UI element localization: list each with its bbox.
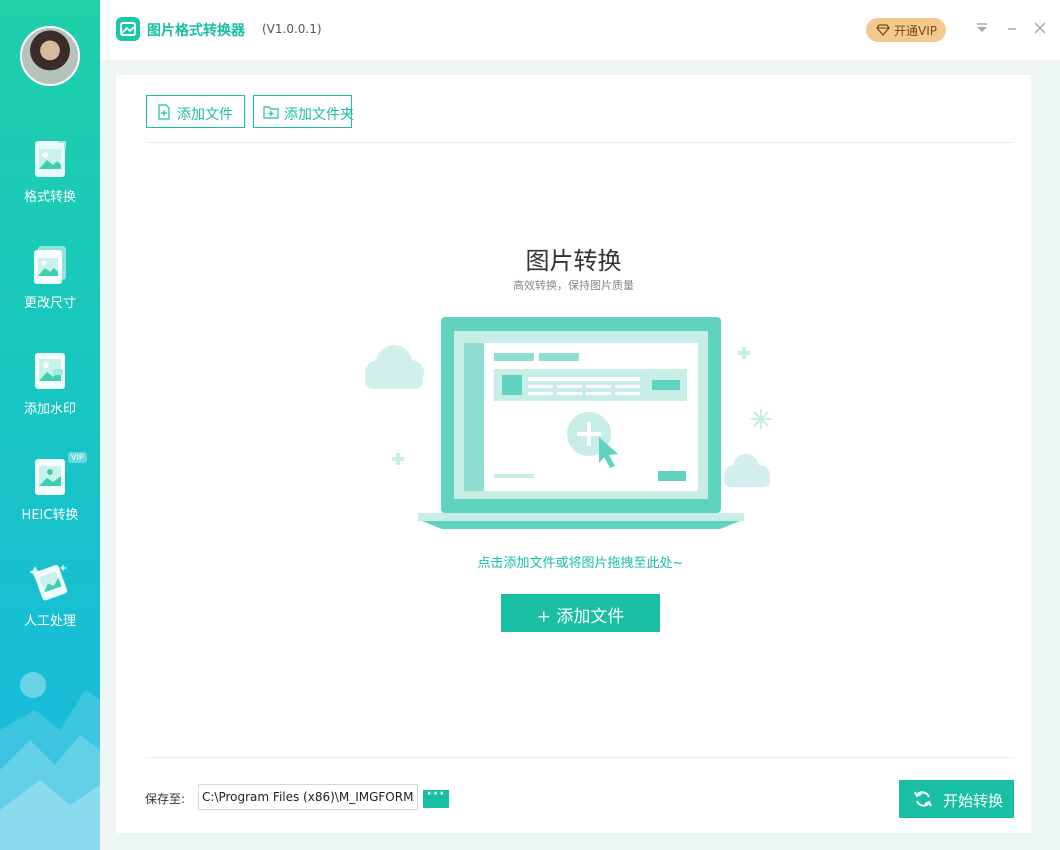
sidebar-item-label: 添加水印 [23, 402, 76, 417]
drop-zone-illustration[interactable] [356, 307, 776, 535]
sidebar-item-resize[interactable]: 更改尺寸 [0, 246, 100, 346]
diamond-icon [876, 24, 890, 36]
refresh-icon [914, 791, 932, 807]
app-logo-icon [116, 17, 140, 41]
add-file-main-label: + 添加文件 [536, 607, 625, 627]
sidebar-item-label: 更改尺寸 [23, 296, 76, 311]
add-file-button[interactable]: 添加文件 [146, 95, 245, 128]
save-to-label: 保存至: [145, 792, 186, 806]
manual-process-icon [30, 564, 68, 601]
close-icon[interactable] [1032, 20, 1048, 36]
add-file-icon [158, 104, 170, 120]
add-folder-label: 添加文件夹 [284, 107, 354, 123]
image-convert-icon [35, 141, 66, 177]
sidebar-item-watermark[interactable]: 添加水印 [0, 352, 100, 452]
footer-divider [146, 757, 1014, 758]
browse-button-label: ··· [426, 786, 446, 802]
add-file-label: 添加文件 [177, 107, 233, 123]
save-path-input[interactable] [198, 784, 418, 810]
sidebar-item-heic[interactable]: VIP HEIC转换 [0, 452, 100, 558]
menu-dropdown-icon[interactable] [974, 20, 990, 36]
minimize-icon[interactable] [1004, 20, 1020, 36]
main-panel: 添加文件 添加文件夹 图片转换 高效转换，保持图片质量 点击添加文件或将图片拖拽… [116, 75, 1031, 833]
image-resize-icon [34, 246, 66, 284]
sidebar-item-label: HEIC转换 [21, 508, 79, 523]
drop-hint: 点击添加文件或将图片拖拽至此处~ [477, 556, 684, 571]
title-bar: 图片格式转换器 (V1.0.0.1) 开通VIP [100, 0, 1060, 60]
sidebar-item-manual[interactable]: 人工处理 [0, 564, 100, 664]
add-file-main-button[interactable]: + 添加文件 [501, 594, 660, 632]
start-convert-label: 开始转换 [943, 792, 1004, 810]
heic-icon [35, 459, 65, 495]
page-subtitle: 高效转换，保持图片质量 [513, 279, 634, 292]
add-folder-icon [263, 106, 279, 119]
user-avatar[interactable] [20, 26, 80, 86]
vip-badge: VIP [68, 452, 87, 463]
vip-button[interactable]: 开通VIP [866, 18, 946, 42]
decorative-hills [0, 672, 100, 850]
toolbar-divider [146, 142, 1014, 143]
start-convert-button[interactable]: 开始转换 [899, 780, 1014, 818]
vip-button-label: 开通VIP [894, 24, 937, 38]
sidebar: 格式转换 更改尺寸 添加水印 VIP HEIC转换 人工处理 [0, 0, 100, 850]
sidebar-item-format-convert[interactable]: 格式转换 [0, 140, 100, 240]
sidebar-item-label: 格式转换 [23, 190, 76, 205]
add-folder-button[interactable]: 添加文件夹 [253, 95, 354, 128]
browse-button[interactable]: ··· [423, 786, 449, 808]
app-title: 图片格式转换器 [147, 23, 245, 39]
page-title: 图片转换 [525, 247, 622, 275]
app-version: (V1.0.0.1) [262, 22, 322, 36]
watermark-icon [35, 353, 65, 389]
sidebar-item-label: 人工处理 [23, 614, 76, 629]
